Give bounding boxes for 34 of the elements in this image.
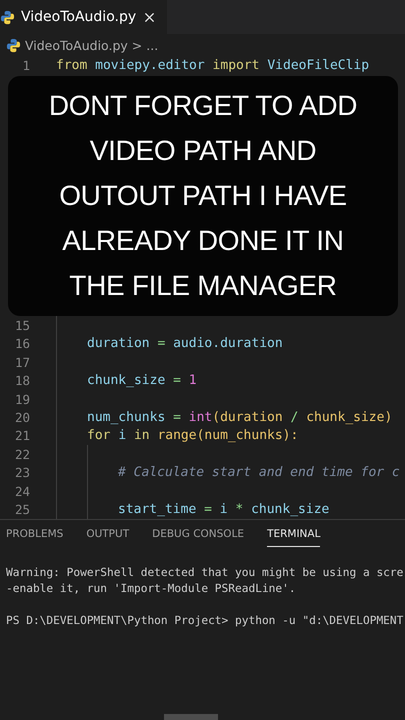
panel-tab[interactable]: DEBUG CONSOLE: [152, 528, 244, 547]
python-file-icon: [0, 10, 15, 24]
breadcrumb-separator: >: [132, 38, 142, 52]
code-line: num_chunks = int(duration / chunk_size): [87, 410, 392, 426]
terminal-line: Warning: PowerShell detected that you might be using a scre: [6, 566, 404, 581]
code-line: from moviepy.editor import VideoFileClip: [56, 58, 370, 73]
line-number: 17: [14, 354, 30, 370]
breadcrumb-more[interactable]: ...: [146, 38, 158, 52]
line-number: 24: [14, 484, 30, 499]
panel-tab[interactable]: OUTPUT: [86, 528, 130, 547]
code-line: start_time = i * chunk_size: [118, 502, 330, 517]
line-number: 19: [14, 392, 30, 407]
panel-tab[interactable]: TERMINAL: [267, 528, 320, 547]
code-line: # Calculate start and end time for c: [118, 465, 400, 480]
file-tab[interactable]: VideoToAudio.py: [0, 0, 168, 34]
line-number: 16: [14, 336, 30, 352]
terminal-line: -enable it, run 'Import-Module PSReadLine'.: [6, 582, 297, 597]
scrollbar[interactable]: [164, 714, 218, 720]
code-line: for i in range(num_chunks):: [87, 428, 298, 444]
line-number: 1: [21, 58, 30, 73]
code-line: chunk_size = 1: [87, 373, 197, 388]
line-number: 22: [14, 446, 30, 462]
line-number: 20: [14, 410, 30, 426]
breadcrumb-file[interactable]: VideoToAudio.py: [25, 38, 128, 52]
code-line: duration = audio.duration: [87, 336, 283, 352]
panel-tab[interactable]: PROBLEMS: [6, 528, 64, 547]
caption-overlay: DONT FORGET TO ADD VIDEO PATH AND OUTOUT PATH I HAVE ALREADY DONE IT IN THE FILE MANAGER: [8, 76, 398, 316]
line-number: 15: [14, 318, 30, 334]
line-number: 23: [14, 465, 30, 480]
line-number: 18: [14, 373, 30, 388]
line-number: 21: [14, 428, 30, 444]
terminal-line: PS D:\DEVELOPMENT\Python Project> python -u "d:\DEVELOPMENT: [6, 614, 404, 629]
python-file-icon: [6, 38, 21, 52]
line-number: 25: [14, 502, 30, 517]
